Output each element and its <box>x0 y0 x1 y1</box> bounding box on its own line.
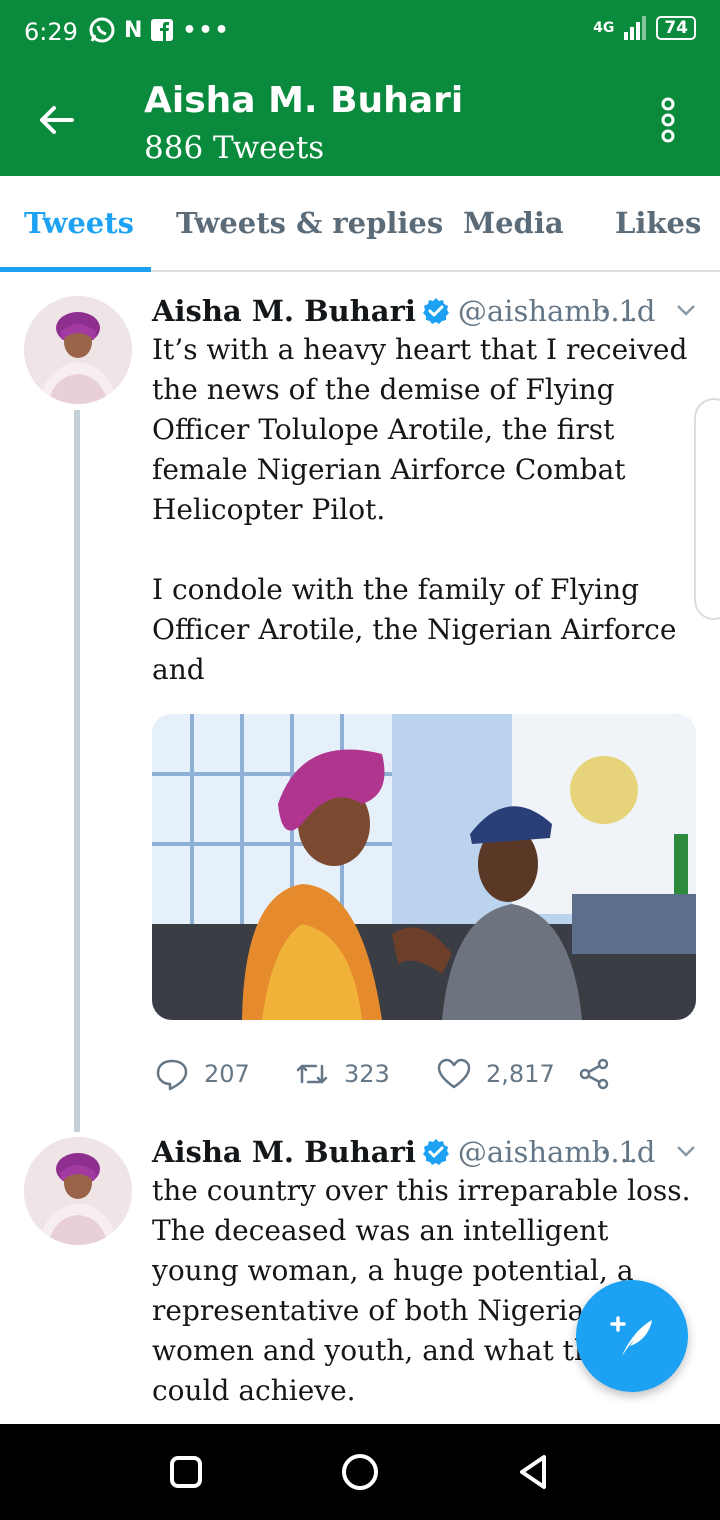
verified-badge-icon <box>422 1139 449 1165</box>
compose-feather-icon <box>610 1316 652 1356</box>
arrow-left-icon[interactable] <box>36 100 76 140</box>
avatar-image <box>24 1137 132 1245</box>
more-notifications-icon: ••• <box>182 17 231 43</box>
retweet-count: 323 <box>344 1060 390 1088</box>
chevron-down-icon[interactable] <box>674 1139 698 1163</box>
chevron-down-icon[interactable] <box>674 298 698 322</box>
whatsapp-icon <box>89 17 115 43</box>
verified-badge-icon <box>422 298 449 324</box>
like-action[interactable]: 2,817 <box>436 1056 555 1092</box>
status-right: 4G 74 <box>593 16 696 40</box>
profile-tabs: Tweets Tweets & replies Media Likes <box>0 176 720 272</box>
reply-action[interactable]: 207 <box>154 1056 250 1092</box>
facebook-icon <box>151 19 174 41</box>
tweet-header: Aisha M. Buhari @aishamb... · 1d <box>152 1135 695 1169</box>
recents-icon[interactable] <box>166 1452 206 1492</box>
status-bar: 6:29 N ••• 4G 74 <box>0 0 720 66</box>
notification-icons: N ••• <box>88 16 231 44</box>
network-type: 4G <box>593 20 615 36</box>
tweet-timestamp: · 1d <box>600 1135 656 1169</box>
tab-media[interactable]: Media <box>463 206 564 240</box>
heart-icon <box>437 1058 471 1089</box>
tweet-header: Aisha M. Buhari @aishamb... · 1d <box>152 294 695 328</box>
avatar[interactable] <box>24 1137 132 1245</box>
signal-icon <box>624 16 647 40</box>
back-nav-icon[interactable] <box>514 1452 554 1492</box>
retweet-icon <box>296 1064 328 1084</box>
battery-indicator: 74 <box>656 16 696 40</box>
tweet-timestamp: · 1d <box>600 294 656 328</box>
profile-name-title: Aisha M. Buhari <box>144 80 464 121</box>
thread-line <box>74 410 80 1132</box>
active-tab-indicator <box>0 267 151 272</box>
tweet-text: It’s with a heavy heart that I received … <box>152 333 688 686</box>
tab-tweets[interactable]: Tweets <box>24 206 134 240</box>
more-vertical-icon[interactable] <box>656 96 680 144</box>
nairaland-icon: N <box>124 17 143 43</box>
tab-tweets-and-replies[interactable]: Tweets & replies <box>176 206 443 240</box>
compose-tweet-button[interactable] <box>576 1280 688 1392</box>
reply-icon <box>156 1059 188 1091</box>
scroll-handle[interactable] <box>694 398 720 620</box>
home-icon[interactable] <box>340 1452 380 1492</box>
author-name[interactable]: Aisha M. Buhari <box>152 1135 416 1169</box>
author-name[interactable]: Aisha M. Buhari <box>152 294 416 328</box>
status-time: 6:29 <box>24 18 78 46</box>
like-count: 2,817 <box>486 1060 555 1088</box>
system-nav-bar <box>0 1424 720 1520</box>
avatar[interactable] <box>24 296 132 404</box>
retweet-action[interactable]: 323 <box>294 1056 390 1092</box>
avatar-image <box>24 296 132 404</box>
reply-count: 207 <box>204 1060 250 1088</box>
tab-likes[interactable]: Likes <box>615 206 701 240</box>
tweet-count: 886 Tweets <box>144 130 325 166</box>
tweet-photo[interactable] <box>152 714 696 1020</box>
profile-header: Aisha M. Buhari 886 Tweets <box>0 66 720 176</box>
tweet-photo-image <box>152 714 696 1020</box>
share-action[interactable] <box>576 1056 612 1092</box>
share-icon <box>579 1058 609 1090</box>
